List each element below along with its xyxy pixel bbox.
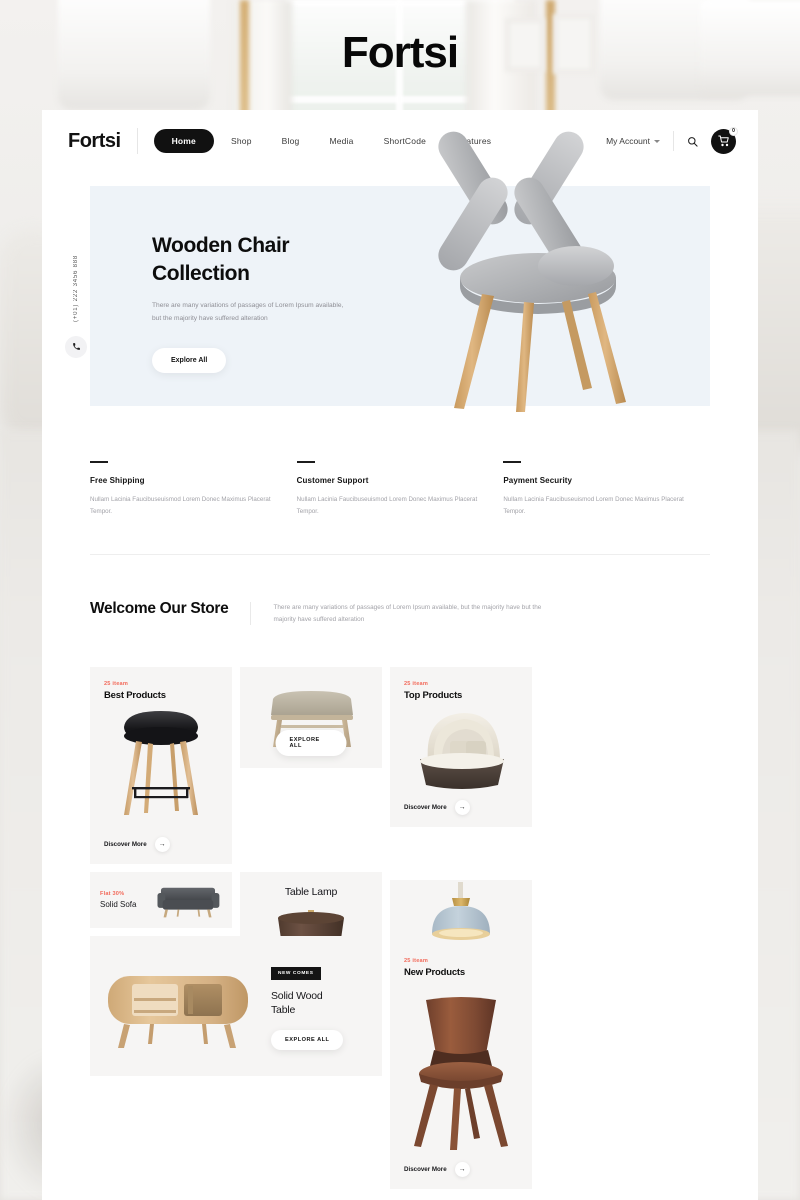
section-divider xyxy=(90,553,710,555)
hero-title: Wooden Chair Collection xyxy=(152,232,350,287)
card-title: Solid Wood Table xyxy=(271,989,343,1017)
card-title: Best Products xyxy=(104,689,166,701)
discover-more-label: Discover More xyxy=(404,1165,447,1173)
hero-banner: Wooden Chair Collection There are many v… xyxy=(90,131,710,412)
feature-title: Customer Support xyxy=(296,476,369,485)
best-products-discover-more[interactable]: Discover More → xyxy=(104,836,170,852)
card-tag: Flat 30% xyxy=(100,890,125,897)
nav-item-shop[interactable]: Shop xyxy=(218,129,265,153)
wooden-sideboard-image xyxy=(107,975,248,1048)
card-title: Solid Sofa xyxy=(100,899,137,909)
card-solid-wood-table[interactable]: NEW COMES Solid Wood Table EXPLORE ALL xyxy=(90,935,382,1076)
nav-item-media[interactable]: Media xyxy=(316,129,366,153)
solid-wood-explore-all-button[interactable]: EXPLORE ALL xyxy=(271,1030,344,1051)
hero-title-line2: Collection xyxy=(152,261,250,285)
sideboard-image-wrap xyxy=(90,960,265,1052)
hero-copy: Wooden Chair Collection There are many v… xyxy=(90,186,350,373)
discover-more-label: Discover More xyxy=(404,803,447,811)
rail-phone-number[interactable]: (+01) 222 3456 888 xyxy=(73,255,79,322)
welcome-section: Welcome Our Store There are many variati… xyxy=(90,600,710,627)
pendant-lamp-image xyxy=(432,881,490,940)
card-title: Table Lamp xyxy=(284,885,338,898)
feature-customer-support: Customer Support Nullam Lacinia Faucibus… xyxy=(296,461,504,518)
card-bench[interactable]: EXPLORE ALL xyxy=(240,666,382,768)
welcome-title: Welcome Our Store xyxy=(90,599,229,617)
header-divider xyxy=(136,128,138,154)
hero-title-line1: Wooden Chair xyxy=(152,234,290,257)
nav-item-home[interactable]: Home xyxy=(153,129,214,153)
feature-title: Payment Security xyxy=(503,476,573,485)
features-strip: Free Shipping Nullam Lacinia Faucibuseui… xyxy=(90,461,710,518)
website-preview: Fortsi Home Shop Blog Media ShortCode Fe… xyxy=(42,110,758,1200)
card-new-products[interactable]: 25 iteam New Products Discover More → xyxy=(390,943,532,1189)
card-tag: 25 iteam xyxy=(104,680,128,687)
search-icon[interactable] xyxy=(687,136,698,147)
daybed-image xyxy=(420,712,504,789)
card-title-line2: Table xyxy=(271,1004,296,1017)
arrow-right-icon: → xyxy=(154,836,170,852)
cart-badge: 0 xyxy=(729,126,738,136)
hero-explore-all-button[interactable]: Explore All xyxy=(152,347,227,373)
walnut-chair-image xyxy=(414,996,508,1150)
feature-free-shipping: Free Shipping Nullam Lacinia Faucibuseui… xyxy=(90,461,297,518)
arrow-right-icon: → xyxy=(454,1161,470,1177)
brand-logo[interactable]: Fortsi xyxy=(68,130,121,153)
wooden-chair-image xyxy=(438,131,626,412)
new-products-discover-more[interactable]: Discover More → xyxy=(404,1161,470,1177)
new-comes-badge: NEW COMES xyxy=(271,966,321,980)
card-title: New Products xyxy=(404,966,465,978)
feature-rule xyxy=(296,461,315,463)
solid-wood-copy: NEW COMES Solid Wood Table EXPLORE ALL xyxy=(265,961,344,1051)
feature-text: Nullam Lacinia Faucibuseuismod Lorem Don… xyxy=(503,496,684,515)
card-best-products[interactable]: 25 iteam Best Products Discover More → xyxy=(90,666,232,864)
feature-rule xyxy=(90,461,108,463)
discover-more-label: Discover More xyxy=(104,840,147,848)
card-title-line1: Solid Wood xyxy=(271,989,323,1002)
nav-item-blog[interactable]: Blog xyxy=(269,129,313,153)
card-tag: 25 iteam xyxy=(404,957,428,964)
card-solid-sofa[interactable]: Flat 30% Solid Sofa xyxy=(90,871,232,928)
hero-description: There are many variations of passages of… xyxy=(152,302,344,322)
sofa-image xyxy=(157,887,220,917)
card-title: Top Products xyxy=(404,689,463,701)
cart-button[interactable]: 0 xyxy=(711,126,738,154)
card-top-products[interactable]: 25 iteam Top Products Discover More → xyxy=(390,666,532,827)
feature-title: Free Shipping xyxy=(90,476,145,485)
top-products-discover-more[interactable]: Discover More → xyxy=(404,799,470,815)
product-grid: 25 iteam Best Products Discover More → E… xyxy=(90,666,710,1189)
feature-text: Nullam Lacinia Faucibuseuismod Lorem Don… xyxy=(296,496,478,515)
page-title: Fortsi xyxy=(341,28,459,77)
feature-rule xyxy=(503,461,522,463)
bench-explore-all-button[interactable]: EXPLORE ALL xyxy=(275,729,347,756)
card-tag: 25 iteam xyxy=(404,680,428,687)
arrow-right-icon: → xyxy=(454,799,470,815)
bar-stool-image xyxy=(124,710,198,815)
welcome-description: There are many variations of passages of… xyxy=(273,603,542,624)
header-divider-2 xyxy=(673,131,674,151)
welcome-divider xyxy=(250,601,252,625)
feature-text: Nullam Lacinia Faucibuseuismod Lorem Don… xyxy=(90,496,271,515)
feature-payment-security: Payment Security Nullam Lacinia Faucibus… xyxy=(503,461,710,518)
phone-icon[interactable] xyxy=(65,335,87,358)
